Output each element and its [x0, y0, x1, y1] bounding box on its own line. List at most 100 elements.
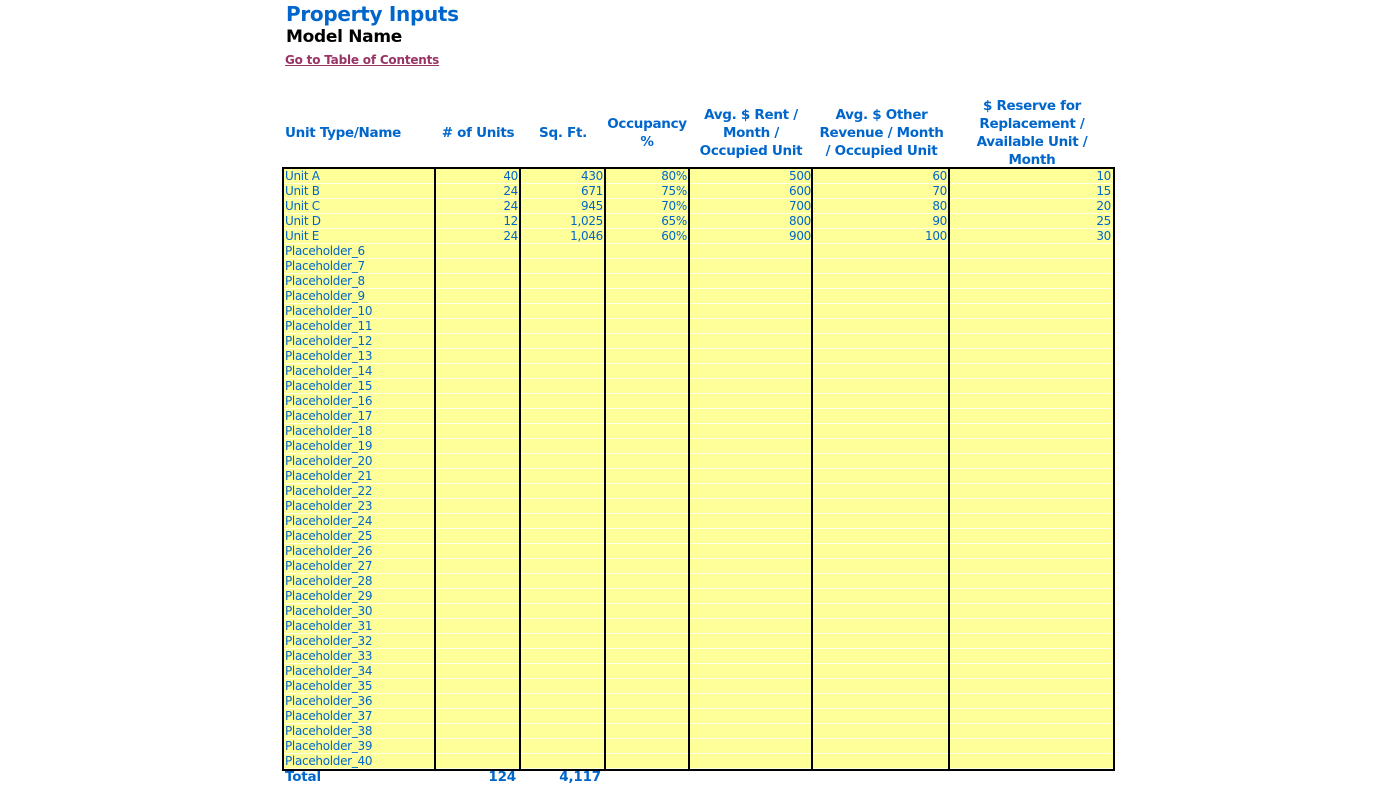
cell-unit-name[interactable]: Placeholder_9: [285, 289, 434, 303]
cell-other-revenue[interactable]: [814, 559, 947, 573]
cell-reserve[interactable]: [951, 274, 1111, 288]
cell-reserve[interactable]: [951, 529, 1111, 543]
cell-occupancy[interactable]: [606, 454, 687, 468]
cell-other-revenue[interactable]: [814, 334, 947, 348]
cell-units[interactable]: [436, 499, 518, 513]
cell-unit-name[interactable]: Placeholder_18: [285, 424, 434, 438]
cell-units[interactable]: [436, 469, 518, 483]
cell-other-revenue[interactable]: [814, 244, 947, 258]
cell-sqft[interactable]: [521, 694, 603, 708]
cell-sqft[interactable]: [521, 274, 603, 288]
toc-link[interactable]: Go to Table of Contents: [285, 53, 439, 67]
cell-units[interactable]: [436, 694, 518, 708]
cell-occupancy[interactable]: [606, 259, 687, 273]
cell-reserve[interactable]: [951, 739, 1111, 753]
cell-other-revenue[interactable]: [814, 529, 947, 543]
cell-reserve[interactable]: [951, 499, 1111, 513]
cell-units[interactable]: [436, 559, 518, 573]
cell-unit-name[interactable]: Placeholder_7: [285, 259, 434, 273]
cell-sqft[interactable]: [521, 574, 603, 588]
cell-sqft[interactable]: 671: [521, 184, 603, 198]
cell-reserve[interactable]: [951, 754, 1111, 768]
cell-other-revenue[interactable]: [814, 274, 947, 288]
cell-occupancy[interactable]: [606, 529, 687, 543]
cell-occupancy[interactable]: [606, 724, 687, 738]
cell-unit-name[interactable]: Placeholder_21: [285, 469, 434, 483]
cell-rent[interactable]: [690, 409, 811, 423]
cell-other-revenue[interactable]: [814, 604, 947, 618]
cell-unit-name[interactable]: Placeholder_14: [285, 364, 434, 378]
cell-sqft[interactable]: 1,025: [521, 214, 603, 228]
cell-sqft[interactable]: [521, 319, 603, 333]
cell-sqft[interactable]: [521, 529, 603, 543]
cell-occupancy[interactable]: 70%: [606, 199, 687, 213]
cell-other-revenue[interactable]: [814, 499, 947, 513]
cell-sqft[interactable]: [521, 409, 603, 423]
cell-other-revenue[interactable]: [814, 514, 947, 528]
cell-occupancy[interactable]: [606, 559, 687, 573]
cell-occupancy[interactable]: [606, 499, 687, 513]
cell-units[interactable]: [436, 649, 518, 663]
cell-reserve[interactable]: [951, 364, 1111, 378]
cell-occupancy[interactable]: [606, 619, 687, 633]
cell-occupancy[interactable]: [606, 574, 687, 588]
cell-units[interactable]: [436, 289, 518, 303]
cell-units[interactable]: [436, 439, 518, 453]
cell-reserve[interactable]: [951, 469, 1111, 483]
cell-occupancy[interactable]: [606, 364, 687, 378]
cell-other-revenue[interactable]: [814, 469, 947, 483]
cell-sqft[interactable]: 1,046: [521, 229, 603, 243]
cell-reserve[interactable]: [951, 679, 1111, 693]
cell-sqft[interactable]: [521, 499, 603, 513]
cell-rent[interactable]: [690, 379, 811, 393]
cell-rent[interactable]: [690, 679, 811, 693]
cell-rent[interactable]: 700: [690, 199, 811, 213]
cell-units[interactable]: 24: [436, 229, 518, 243]
cell-other-revenue[interactable]: [814, 754, 947, 768]
cell-reserve[interactable]: 20: [951, 199, 1111, 213]
cell-sqft[interactable]: [521, 244, 603, 258]
cell-unit-name[interactable]: Placeholder_36: [285, 694, 434, 708]
cell-unit-name[interactable]: Placeholder_33: [285, 649, 434, 663]
cell-sqft[interactable]: [521, 544, 603, 558]
cell-reserve[interactable]: [951, 319, 1111, 333]
cell-rent[interactable]: [690, 649, 811, 663]
cell-sqft[interactable]: [521, 559, 603, 573]
cell-sqft[interactable]: 945: [521, 199, 603, 213]
cell-units[interactable]: [436, 739, 518, 753]
cell-reserve[interactable]: [951, 709, 1111, 723]
cell-unit-name[interactable]: Placeholder_24: [285, 514, 434, 528]
cell-unit-name[interactable]: Placeholder_27: [285, 559, 434, 573]
cell-rent[interactable]: [690, 499, 811, 513]
cell-unit-name[interactable]: Unit B: [285, 184, 434, 198]
cell-rent[interactable]: [690, 289, 811, 303]
cell-sqft[interactable]: [521, 484, 603, 498]
cell-sqft[interactable]: [521, 439, 603, 453]
cell-units[interactable]: [436, 529, 518, 543]
cell-rent[interactable]: 500: [690, 169, 811, 183]
cell-unit-name[interactable]: Placeholder_30: [285, 604, 434, 618]
cell-occupancy[interactable]: 80%: [606, 169, 687, 183]
cell-units[interactable]: [436, 619, 518, 633]
cell-sqft[interactable]: [521, 724, 603, 738]
cell-occupancy[interactable]: 75%: [606, 184, 687, 198]
cell-units[interactable]: [436, 364, 518, 378]
cell-reserve[interactable]: [951, 574, 1111, 588]
cell-reserve[interactable]: [951, 694, 1111, 708]
cell-sqft[interactable]: [521, 649, 603, 663]
cell-units[interactable]: [436, 379, 518, 393]
cell-unit-name[interactable]: Placeholder_38: [285, 724, 434, 738]
cell-reserve[interactable]: [951, 409, 1111, 423]
cell-other-revenue[interactable]: [814, 724, 947, 738]
cell-occupancy[interactable]: [606, 289, 687, 303]
cell-rent[interactable]: [690, 574, 811, 588]
cell-occupancy[interactable]: [606, 244, 687, 258]
cell-rent[interactable]: [690, 619, 811, 633]
cell-unit-name[interactable]: Placeholder_13: [285, 349, 434, 363]
cell-sqft[interactable]: [521, 454, 603, 468]
cell-reserve[interactable]: 30: [951, 229, 1111, 243]
cell-reserve[interactable]: [951, 244, 1111, 258]
cell-reserve[interactable]: [951, 649, 1111, 663]
cell-occupancy[interactable]: [606, 514, 687, 528]
cell-other-revenue[interactable]: [814, 349, 947, 363]
